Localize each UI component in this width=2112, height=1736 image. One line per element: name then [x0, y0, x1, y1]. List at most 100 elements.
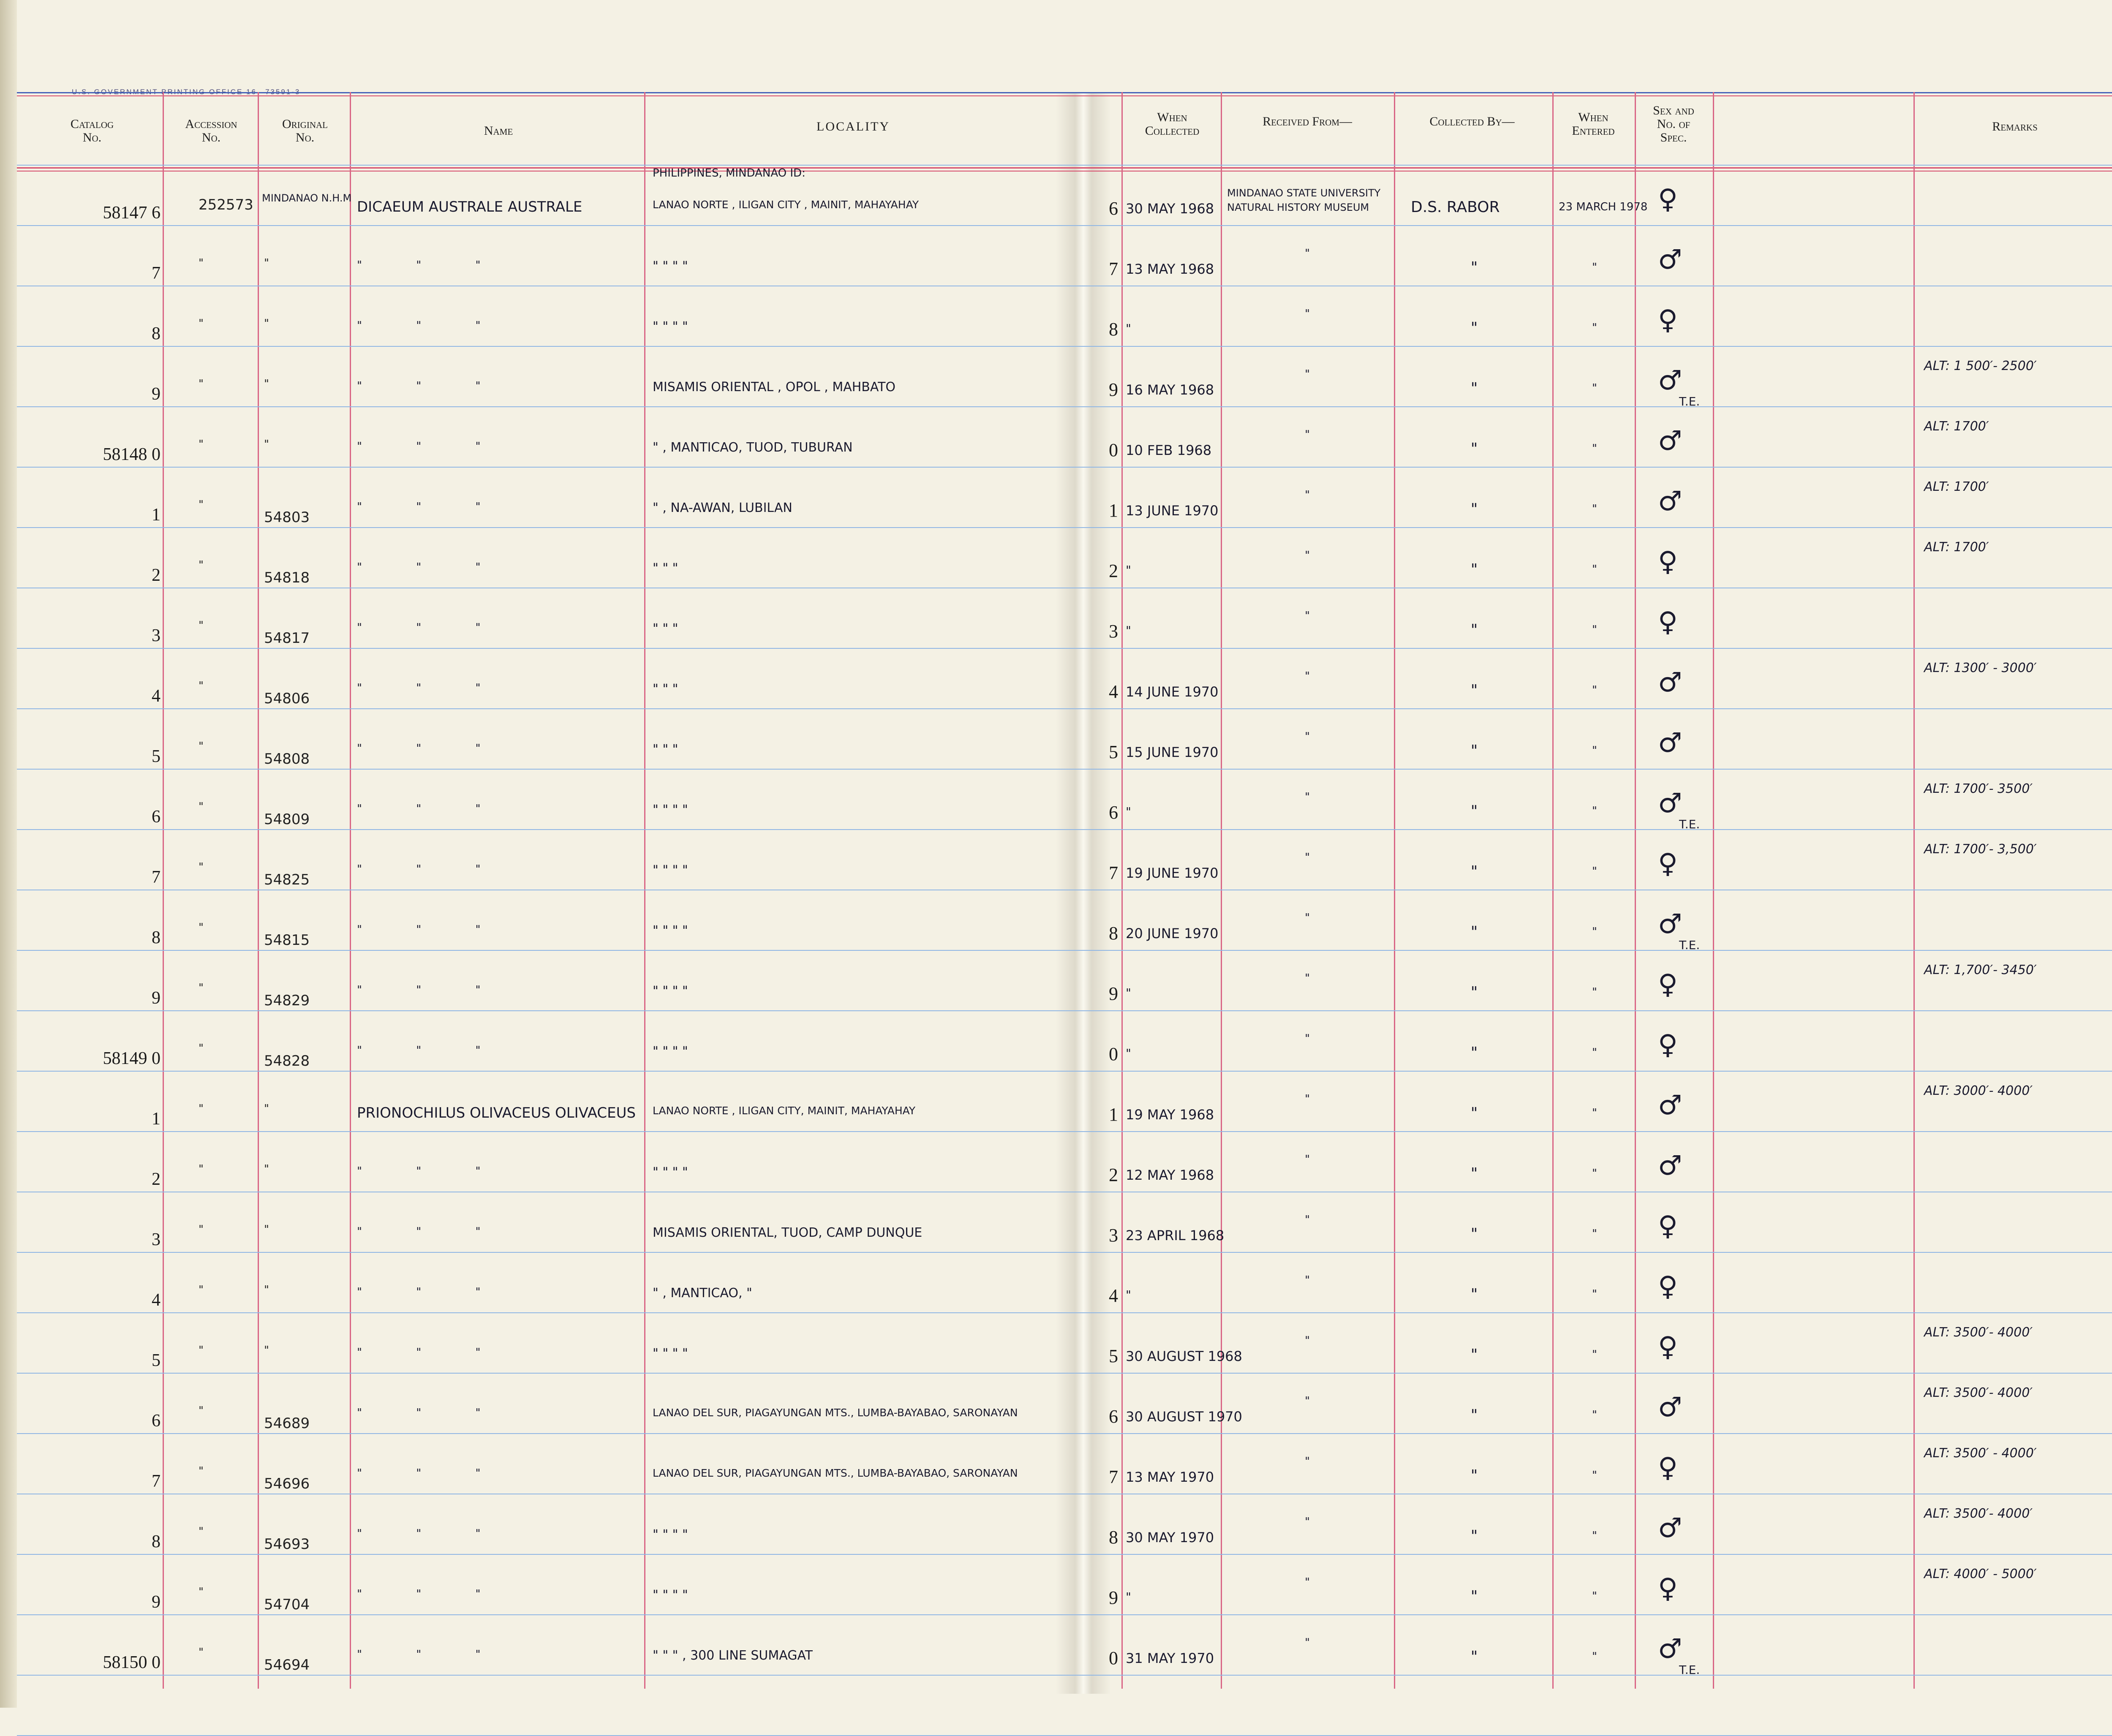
catalog-number: 7 — [152, 264, 161, 283]
species-name: " " " — [357, 1165, 506, 1178]
collected-date: " — [1126, 563, 1131, 577]
received-from: " — [1305, 1153, 1310, 1166]
when-entered: " — [1592, 1227, 1597, 1240]
when-entered: " — [1592, 1409, 1597, 1421]
when-entered: " — [1592, 1590, 1597, 1603]
collected-date: " — [1126, 805, 1131, 819]
sex-symbol: ♂ — [1658, 1633, 1682, 1665]
catalog-number: 7 — [152, 868, 161, 887]
row-rule — [17, 1131, 2112, 1132]
header-collected-by: Collected By— — [1429, 114, 1515, 128]
catalog-number: 3 — [152, 1230, 161, 1249]
collected-date: 20 JUNE 1970 — [1126, 925, 1219, 941]
row-rule — [17, 950, 2112, 951]
collected-day: 1 — [1109, 1104, 1118, 1125]
collected-day: 6 — [1109, 198, 1118, 219]
accession-number: " — [199, 1586, 204, 1598]
when-entered: " — [1592, 563, 1597, 576]
species-name: " " " — [357, 1225, 506, 1238]
when-entered: " — [1592, 261, 1597, 274]
catalog-number: 7 — [152, 1472, 161, 1491]
original-number: 54809 — [264, 811, 310, 828]
collected-date: 16 MAY 1968 — [1126, 382, 1214, 398]
original-number: 54694 — [264, 1657, 310, 1673]
species-name: " " " — [357, 1044, 506, 1057]
collected-by: " — [1470, 259, 1478, 276]
received-from: " — [1305, 1274, 1310, 1287]
collected-by: " — [1470, 561, 1478, 578]
type-specimen-note: T.E. — [1679, 938, 1700, 952]
original-number: " — [264, 1344, 269, 1357]
original-number: " — [264, 1284, 269, 1296]
accession-number: " — [199, 921, 204, 934]
original-number: " — [264, 1163, 269, 1175]
collected-date: " — [1126, 1288, 1131, 1302]
header-remarks: Remarks — [1992, 120, 2038, 133]
locality: " " " — [653, 742, 678, 757]
species-name: PRIONOCHILUS OLIVACEUS OLIVACEUS — [357, 1105, 636, 1121]
catalog-number: 2 — [152, 566, 161, 585]
col-rule — [1221, 92, 1222, 1689]
col-rule — [644, 92, 645, 1689]
sex-symbol: ♂ — [1658, 1392, 1682, 1423]
locality: " , MANTICAO, " — [653, 1286, 752, 1301]
collected-day: 9 — [1109, 379, 1118, 400]
when-entered: " — [1592, 1046, 1597, 1059]
sex-symbol: ♂ — [1658, 1513, 1682, 1544]
collected-day: 9 — [1109, 983, 1118, 1004]
when-entered: " — [1592, 442, 1597, 455]
header-rule-top — [17, 92, 2112, 93]
species-name: " " " — [357, 682, 506, 694]
original-number: " — [264, 1102, 269, 1115]
sex-symbol: ♀ — [1658, 969, 1678, 1000]
collected-day: 0 — [1109, 1648, 1118, 1668]
species-name: " " " — [357, 742, 506, 755]
catalog-number: 5 — [152, 1351, 161, 1370]
original-number: 54828 — [264, 1053, 310, 1069]
catalog-number: 6 — [152, 807, 161, 827]
accession-number: " — [199, 800, 204, 813]
original-number: 54818 — [264, 569, 310, 586]
species-name: " " " — [357, 380, 506, 392]
sex-symbol: ♀ — [1658, 1452, 1678, 1483]
catalog-number: 8 — [152, 1532, 161, 1551]
type-specimen-note: T.E. — [1679, 395, 1700, 408]
collected-day: 7 — [1109, 258, 1118, 279]
received-from: " — [1305, 428, 1310, 441]
locality: " " " " — [653, 1044, 688, 1059]
locality: " " " " — [653, 259, 688, 274]
original-number: 54704 — [264, 1596, 310, 1613]
accession-number: " — [199, 1223, 204, 1236]
row-rule — [17, 1675, 2112, 1676]
accession-number: " — [199, 1102, 204, 1115]
locality: " " " — [653, 621, 678, 636]
original-number: 54806 — [264, 690, 310, 707]
sex-symbol: ♂ — [1658, 909, 1682, 940]
remarks: ALT: 1700′ — [1924, 479, 1989, 494]
accession-number: " — [199, 559, 204, 571]
catalog-number: 9 — [152, 1592, 161, 1612]
type-specimen-note: T.E. — [1679, 1663, 1700, 1677]
locality: " " " " — [653, 1346, 688, 1361]
row-rule — [17, 769, 2112, 770]
received-from: " — [1305, 730, 1310, 743]
species-name: " " " — [357, 1346, 506, 1359]
accession-number: " — [199, 982, 204, 994]
sex-symbol: ♀ — [1658, 1331, 1678, 1363]
catalog-number: 8 — [152, 324, 161, 343]
received-from: " — [1305, 610, 1310, 622]
collected-day: 7 — [1109, 1467, 1118, 1487]
when-entered: " — [1592, 865, 1597, 878]
species-name: " " " — [357, 803, 506, 815]
header-name: Name — [484, 124, 513, 138]
collected-day: 8 — [1109, 923, 1118, 944]
collected-by: " — [1470, 1286, 1478, 1303]
collected-by: " — [1470, 742, 1478, 759]
collected-day: 6 — [1109, 1406, 1118, 1427]
collected-by: " — [1470, 1225, 1478, 1243]
collected-day: 8 — [1109, 1527, 1118, 1548]
collected-date: " — [1126, 623, 1131, 637]
sex-symbol: ♀ — [1658, 1573, 1678, 1604]
col-rule — [1121, 92, 1123, 1689]
sex-symbol: ♂ — [1658, 486, 1682, 517]
